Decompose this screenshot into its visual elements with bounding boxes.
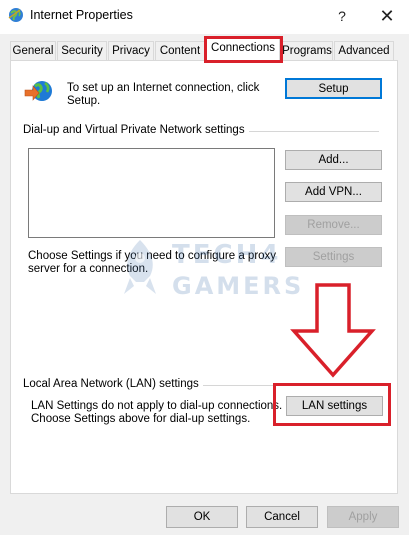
tab-general[interactable]: General (10, 41, 56, 60)
close-button[interactable]: ✕ (369, 3, 405, 29)
add-button[interactable]: Add... (285, 150, 382, 170)
internet-properties-dialog: Internet Properties ? ✕ General Security… (0, 0, 409, 535)
tab-advanced[interactable]: Advanced (334, 41, 394, 60)
arrow-down-icon (290, 283, 376, 378)
ok-button[interactable]: OK (166, 506, 238, 528)
tab-security[interactable]: Security (57, 41, 107, 60)
internet-options-icon (8, 8, 23, 22)
lan-text-line1: LAN Settings do not apply to dial-up con… (31, 400, 283, 412)
lan-settings-button[interactable]: LAN settings (286, 396, 383, 416)
tab-privacy[interactable]: Privacy (108, 41, 154, 60)
settings-button[interactable]: Settings (285, 247, 382, 267)
tab-connections[interactable]: Connections (206, 38, 280, 61)
setup-button[interactable]: Setup (285, 78, 382, 99)
title-bar[interactable]: Internet Properties ? ✕ (0, 0, 409, 34)
dialog-footer: OK Cancel Apply (0, 494, 409, 535)
tab-programs[interactable]: Programs (281, 41, 333, 60)
dialup-group-label: Dial-up and Virtual Private Network sett… (23, 124, 249, 136)
tech4gamers-logo-icon (124, 240, 156, 294)
lan-group-label: Local Area Network (LAN) settings (23, 378, 203, 390)
internet-connection-icon (24, 81, 52, 101)
help-button[interactable]: ? (324, 3, 360, 29)
tab-content[interactable]: Content (155, 41, 205, 60)
remove-button[interactable]: Remove... (285, 215, 382, 235)
setup-text-line2: Setup. (67, 95, 101, 107)
add-vpn-button[interactable]: Add VPN... (285, 182, 382, 202)
window-title: Internet Properties (30, 8, 133, 22)
lan-text-line2: Choose Settings above for dial-up settin… (31, 413, 251, 425)
connections-list[interactable] (28, 148, 275, 238)
setup-text-line1: To set up an Internet connection, click (67, 82, 260, 94)
cancel-button[interactable]: Cancel (246, 506, 318, 528)
apply-button[interactable]: Apply (327, 506, 399, 528)
connections-panel: To set up an Internet connection, click … (10, 60, 398, 494)
